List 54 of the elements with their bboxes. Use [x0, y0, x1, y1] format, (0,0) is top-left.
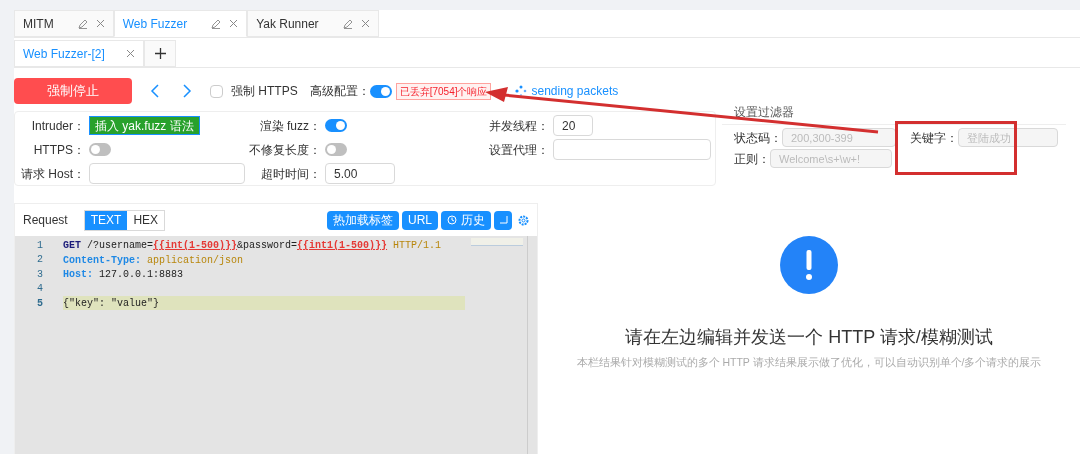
- toggle-switch[interactable]: [89, 143, 111, 156]
- enter-button[interactable]: [494, 210, 512, 230]
- field-label: 设置代理：: [488, 141, 549, 159]
- forward-icon[interactable]: [182, 84, 192, 98]
- line-number: 5: [36, 296, 43, 311]
- input-field[interactable]: [553, 139, 711, 160]
- info-icon: [780, 236, 838, 294]
- empty-state-title: 请在左边编辑并发送一个 HTTP 请求/模糊测试: [625, 326, 993, 349]
- edit-icon[interactable]: [77, 18, 88, 29]
- edit-icon[interactable]: [211, 18, 222, 29]
- edit-icon[interactable]: [342, 18, 353, 29]
- code-line[interactable]: GET /?username={{int(1-500)}}&password={{int1(1-500)}} HTTP/1.1: [63, 238, 465, 253]
- input-field[interactable]: 200,300-399: [782, 128, 896, 147]
- field-label: 正则：: [734, 150, 770, 168]
- settings-icon[interactable]: [518, 214, 529, 226]
- line-number: 4: [36, 282, 43, 297]
- field-label: 不修复长度：: [248, 141, 321, 159]
- close-icon[interactable]: [95, 19, 105, 28]
- field-label: Intruder：: [30, 117, 85, 135]
- toggle-switch[interactable]: [325, 119, 347, 132]
- return-icon: [498, 216, 508, 224]
- input-field[interactable]: [89, 163, 245, 184]
- input-field[interactable]: Welcome\s+\w+!: [770, 149, 892, 168]
- close-icon[interactable]: [360, 19, 370, 28]
- field-label: 并发线程：: [488, 117, 549, 135]
- empty-state-description: 本栏结果针对模糊测试的多个 HTTP 请求结果展示做了优化，可以自动识别单个/多个请求的展示: [576, 355, 1042, 370]
- field-label: 关键字：: [910, 129, 958, 147]
- section-title: 设置过滤器: [734, 105, 794, 119]
- loading-icon: [515, 85, 528, 97]
- input-field[interactable]: 20: [553, 115, 593, 136]
- field-label: 状态码：: [734, 129, 782, 147]
- code-line[interactable]: Host: 127.0.0.1:8883: [63, 267, 465, 282]
- toggle-switch[interactable]: [325, 143, 347, 156]
- plus-icon: [154, 48, 166, 59]
- count-badge: 已丢弃[7054]个响应: [395, 82, 492, 100]
- field-label: 渲染 fuzz：: [258, 117, 321, 135]
- history-icon: [447, 215, 457, 225]
- field-label: HTTPS：: [32, 141, 85, 159]
- field-label: 请求 Host：: [20, 165, 85, 183]
- line-number: 1: [36, 238, 43, 253]
- field-label: 超时时间：: [260, 165, 321, 183]
- close-icon[interactable]: [229, 19, 239, 28]
- setting-label: 高级配置：: [309, 83, 370, 100]
- status-text: sending packets: [531, 83, 619, 100]
- back-icon[interactable]: [150, 84, 160, 98]
- line-number: 2: [36, 253, 43, 268]
- input-field[interactable]: 5.00: [325, 163, 395, 184]
- checkbox[interactable]: [210, 84, 223, 98]
- toggle-switch[interactable]: [369, 84, 392, 98]
- line-number: 3: [36, 267, 43, 282]
- close-icon[interactable]: [126, 49, 135, 58]
- panel-title: Request: [23, 212, 68, 229]
- add-tab-button[interactable]: [144, 40, 176, 67]
- checkbox-label[interactable]: 强制 HTTPS: [231, 82, 298, 100]
